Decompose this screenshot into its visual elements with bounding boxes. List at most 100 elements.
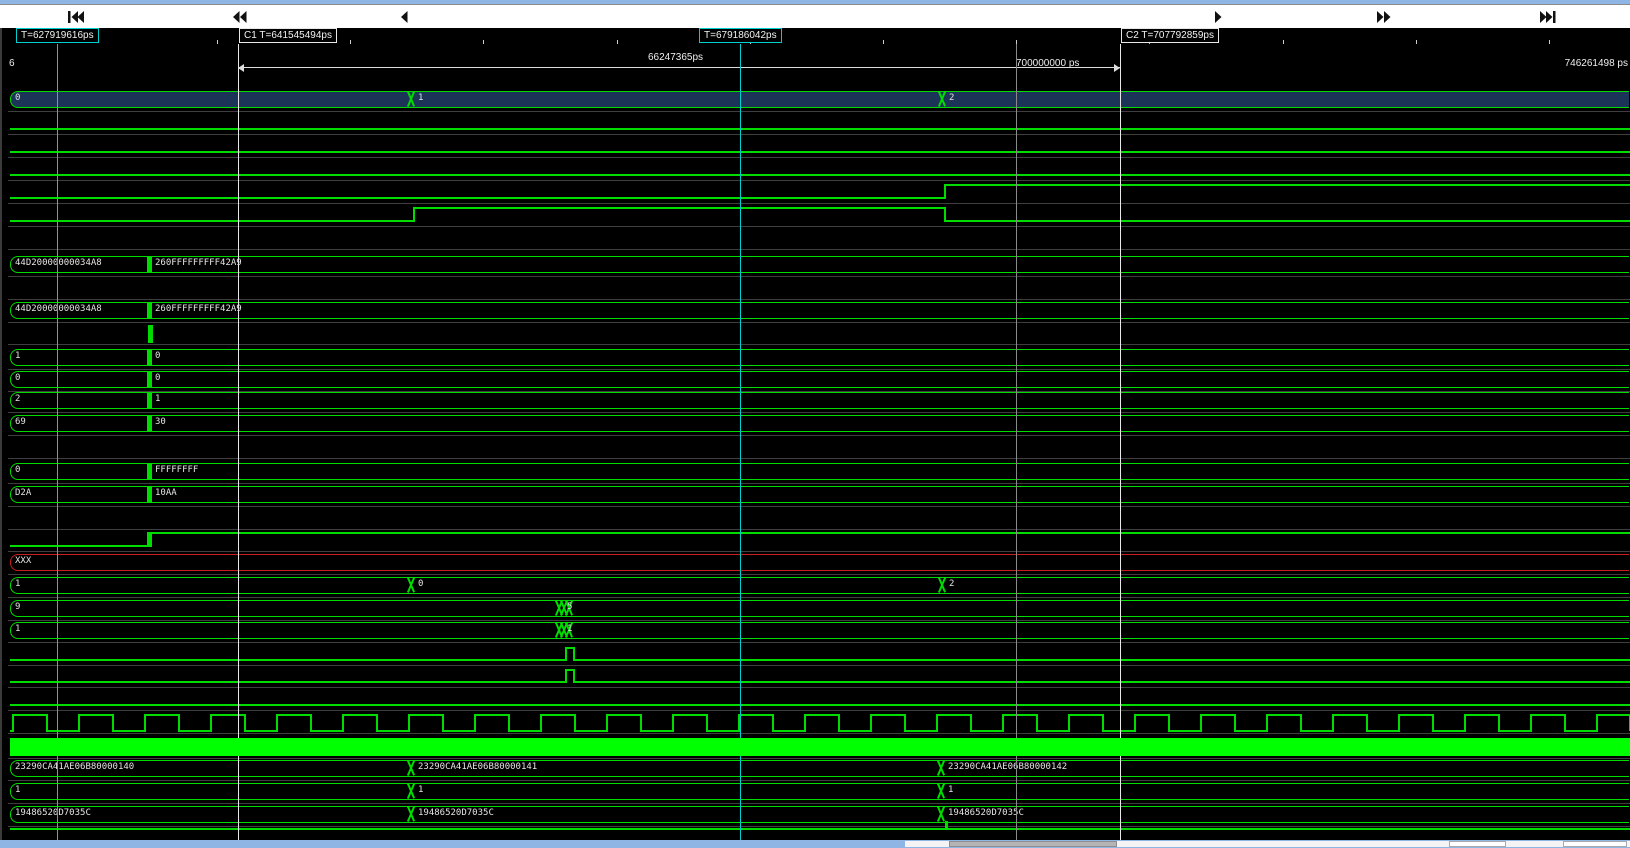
marker-c2-line[interactable] xyxy=(1120,44,1121,840)
signal-line xyxy=(10,681,1630,683)
trace-row-bus[interactable]: 21 xyxy=(0,391,1630,413)
bus-extents xyxy=(10,256,1629,273)
signal-line xyxy=(10,197,944,199)
bus-value-label: 1 xyxy=(155,394,160,404)
row-separator xyxy=(8,483,1630,484)
bus-transition-burst xyxy=(147,463,152,479)
trace-row-low[interactable] xyxy=(0,159,1630,181)
trace-row-bus[interactable]: 0FFFFFFFF xyxy=(0,462,1630,484)
bus-transition-burst xyxy=(147,392,152,408)
bus-extents xyxy=(10,600,1629,617)
trace-row-bus[interactable]: 111 xyxy=(0,782,1630,804)
horizontal-scrollbar[interactable] xyxy=(0,840,1630,848)
timeline-gridline[interactable] xyxy=(1016,44,1017,840)
trace-row-blank[interactable] xyxy=(0,228,1630,250)
bus-extents xyxy=(10,463,1629,480)
bus-undefined xyxy=(10,554,1629,571)
trace-row-pulse[interactable] xyxy=(0,644,1630,666)
marker-c2-box[interactable]: C2 T=707792859ps xyxy=(1121,28,1219,43)
signal-line xyxy=(10,828,1630,830)
skip-start-icon xyxy=(68,11,86,23)
marker-a-box[interactable]: T=627919616ps xyxy=(16,28,99,43)
trace-row-bus[interactable]: 00 xyxy=(0,370,1630,392)
timeline-tick xyxy=(1283,40,1284,44)
trace-row-step[interactable] xyxy=(0,530,1630,552)
marker-b-box[interactable]: T=679186042ps xyxy=(699,28,782,43)
bus-value-label: 260FFFFFFFFF42A9 xyxy=(155,304,242,314)
scrollbar-end-button[interactable] xyxy=(1449,841,1506,847)
marker-distance-label: 66247365ps xyxy=(648,52,703,63)
trace-row-bus[interactable]: 11 xyxy=(0,621,1630,643)
marker-a-line[interactable] xyxy=(57,44,58,840)
bus-extents xyxy=(10,371,1629,388)
window-left-border xyxy=(0,28,2,840)
trace-row-lowspike[interactable] xyxy=(0,820,1630,842)
trace-row-bus[interactable]: XXX xyxy=(0,553,1630,575)
trace-row-low[interactable] xyxy=(0,136,1630,158)
trace-row-bus[interactable]: 23290CA41AE06B80000140 23290CA41AE06B8000… xyxy=(0,759,1630,781)
bus-value-label: 2 xyxy=(949,93,954,103)
trace-row-solid[interactable] xyxy=(0,737,1630,759)
bus-transition-burst xyxy=(147,486,152,502)
row-separator xyxy=(8,299,1630,300)
bus-value-label: 1 xyxy=(567,624,572,634)
bus-extents xyxy=(10,622,1629,639)
row-separator xyxy=(8,435,1630,436)
trace-row-blank[interactable] xyxy=(0,508,1630,530)
dense-toggle-band xyxy=(10,738,1630,756)
marker-c1-line[interactable] xyxy=(238,44,239,840)
bus-extents xyxy=(10,302,1629,319)
marker-b-line[interactable] xyxy=(740,44,741,840)
bus-value-label: 2 xyxy=(949,579,954,589)
bus-extents xyxy=(10,783,1629,800)
row-separator xyxy=(8,780,1630,781)
scrollbar-end-button[interactable] xyxy=(1563,841,1627,847)
bus-extents xyxy=(10,91,1629,108)
trace-row-bus[interactable]: 44D20000000034A8260FFFFFFFFF42A9 xyxy=(0,301,1630,323)
bus-value-label: 23290CA41AE06B80000140 xyxy=(15,762,134,772)
trace-row-clock[interactable] xyxy=(0,712,1630,734)
skip-to-end-button[interactable] xyxy=(1539,10,1561,24)
trace-row-blank[interactable] xyxy=(0,437,1630,459)
trace-row-pulsewide[interactable] xyxy=(0,205,1630,227)
trace-row-bus[interactable]: 95 xyxy=(0,599,1630,621)
trace-row-blank[interactable] xyxy=(0,278,1630,300)
bus-extents xyxy=(10,486,1629,503)
bus-value-label: 30 xyxy=(155,417,166,427)
narrow-pulse xyxy=(565,669,575,683)
bus-value-label: 23290CA41AE06B80000142 xyxy=(948,762,1067,772)
trace-row-low[interactable] xyxy=(0,689,1630,711)
trace-row-bus[interactable]: D2A10AA xyxy=(0,485,1630,507)
trace-row-bus[interactable]: 44D20000000034A8260FFFFFFFFF42A9 xyxy=(0,255,1630,277)
signal-line xyxy=(10,151,1630,153)
step-back-button[interactable] xyxy=(400,10,422,24)
fast-forward-button[interactable] xyxy=(1376,10,1398,24)
skip-end-icon xyxy=(1539,11,1557,23)
step-forward-button[interactable] xyxy=(1214,10,1236,24)
trace-row-step[interactable] xyxy=(0,182,1630,204)
bus-value-label: 19486520D7035C xyxy=(418,808,494,818)
trace-row-bar[interactable] xyxy=(0,323,1630,345)
signal-line xyxy=(10,174,1630,176)
scrollbar-trough[interactable] xyxy=(905,841,1630,847)
marker-c1-box[interactable]: C1 T=641545494ps xyxy=(239,28,337,43)
trace-row-bus[interactable]: 10 xyxy=(0,348,1630,370)
row-separator xyxy=(8,710,1630,711)
wave-area[interactable]: 01244D20000000034A8260FFFFFFFFF42A944D20… xyxy=(0,44,1630,840)
skip-to-start-button[interactable] xyxy=(68,10,90,24)
trace-row-low[interactable] xyxy=(0,113,1630,135)
trace-row-pulse[interactable] xyxy=(0,666,1630,688)
trace-row-bus[interactable]: 102 xyxy=(0,576,1630,598)
timeline-tick xyxy=(483,40,484,44)
toolbar xyxy=(0,4,1630,29)
row-separator xyxy=(8,642,1630,643)
bus-transition-burst xyxy=(147,349,152,365)
bus-value-label: 2 xyxy=(15,394,20,404)
bus-extents xyxy=(10,577,1629,594)
bus-value-label: 0 xyxy=(155,373,160,383)
trace-row-bus[interactable]: 69 30 xyxy=(0,414,1630,436)
scrollbar-thumb[interactable] xyxy=(949,841,1117,847)
trace-row-bus[interactable]: 012 xyxy=(0,90,1630,112)
rewind-button[interactable] xyxy=(232,10,254,24)
bus-value-label: 69 xyxy=(15,417,26,427)
